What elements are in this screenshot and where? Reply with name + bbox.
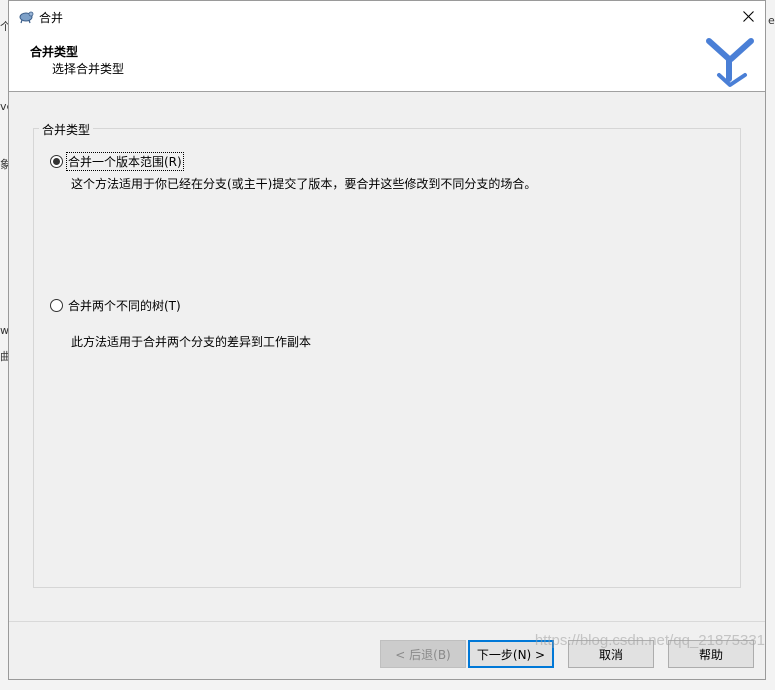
radio-merge-two-trees[interactable]: 合并两个不同的树(T) (50, 297, 182, 314)
cancel-button[interactable]: 取消 (568, 640, 654, 668)
help-button[interactable]: 帮助 (668, 640, 754, 668)
option-description-revision-range: 这个方法适用于你已经在分支(或主干)提交了版本，要合并这些修改到不同分支的场合。 (71, 177, 537, 191)
radio-merge-revision-range[interactable]: 合并一个版本范围(R) (50, 152, 184, 171)
groupbox-legend: 合并类型 (39, 121, 94, 138)
header-subtitle: 选择合并类型 (52, 62, 125, 76)
merge-type-groupbox (33, 128, 741, 588)
window-title: 合并 (39, 11, 64, 25)
footer-divider (9, 621, 765, 622)
close-button[interactable] (731, 1, 765, 31)
background-text: e (768, 14, 775, 27)
back-button[interactable]: < 后退(B) (380, 640, 466, 668)
merge-dialog: 合并 合并类型 选择合并类型 合并类型 合并一个版本范围(R) 这个方法适用于你… (8, 0, 766, 680)
header-title: 合并类型 (30, 45, 79, 59)
merge-logo-icon (706, 38, 754, 87)
wizard-header: 合并类型 选择合并类型 (9, 31, 765, 92)
title-bar: 合并 (9, 1, 765, 31)
next-button[interactable]: 下一步(N) > (468, 640, 554, 668)
radio-label-revision-range[interactable]: 合并一个版本范围(R) (66, 152, 184, 171)
option-description-two-trees: 此方法适用于合并两个分支的差异到工作副本 (71, 335, 312, 349)
radio-button-unchecked[interactable] (50, 299, 63, 312)
tortoise-app-icon (19, 11, 34, 24)
radio-label-two-trees[interactable]: 合并两个不同的树(T) (67, 297, 182, 314)
close-icon[interactable] (742, 10, 754, 22)
radio-button-checked[interactable] (50, 155, 63, 168)
